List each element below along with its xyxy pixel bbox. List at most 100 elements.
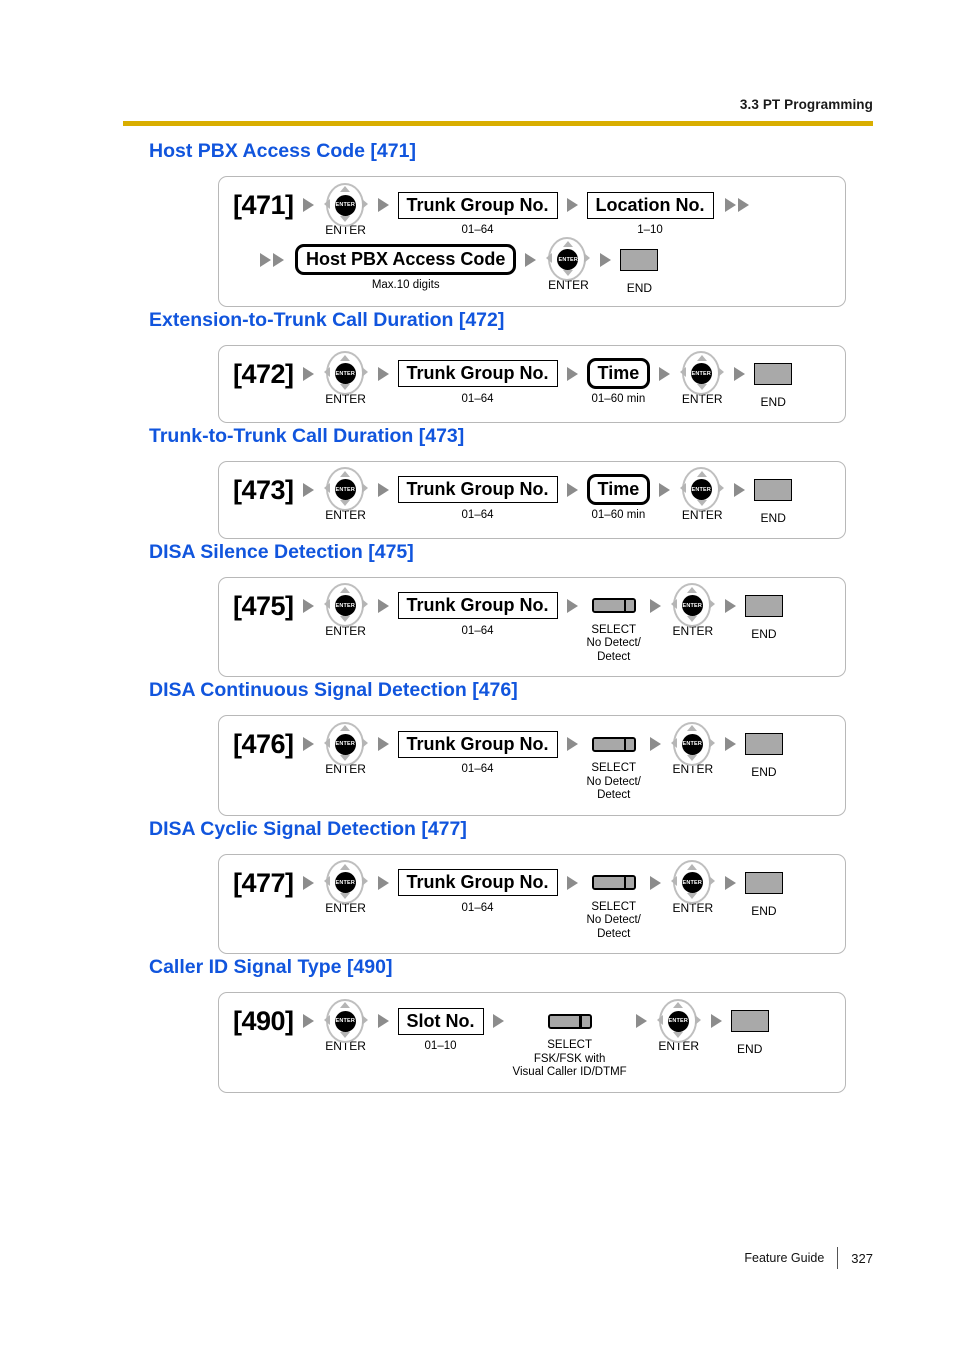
- flow-row: Host PBX Access Code Max.10 digits ENTER EN…: [219, 237, 845, 296]
- enter-button-text: ENTER: [558, 256, 578, 263]
- parameter-box[interactable]: Trunk Group No.: [397, 476, 558, 503]
- document-page: 3.3 PT Programming Host PBX Access Code …: [0, 0, 954, 1351]
- enter-button-icon[interactable]: ENTER: [334, 1010, 356, 1032]
- end-key-icon[interactable]: [744, 871, 783, 894]
- parameter-box[interactable]: Host PBX Access Code: [295, 244, 517, 275]
- end-key-icon[interactable]: [620, 248, 659, 271]
- navigator-arrow-left-icon: [323, 1014, 330, 1025]
- enter-key[interactable]: ENTER ENTER: [323, 351, 369, 406]
- enter-key[interactable]: ENTER ENTER: [323, 467, 369, 522]
- parameter-box[interactable]: Slot No.: [397, 1007, 484, 1035]
- enter-key[interactable]: ENTER ENTER: [323, 860, 369, 915]
- navigator-key-icon[interactable]: ENTER: [670, 721, 716, 768]
- navigator-key-icon[interactable]: ENTER: [670, 859, 716, 906]
- parameter-range-caption: Max.10 digits: [371, 278, 440, 291]
- enter-key[interactable]: ENTER ENTER: [679, 351, 725, 406]
- parameter-box[interactable]: Trunk Group No.: [397, 592, 558, 619]
- arrow-right-icon: [734, 482, 746, 497]
- navigator-key-icon[interactable]: ENTER: [323, 582, 369, 629]
- enter-key[interactable]: ENTER ENTER: [656, 998, 702, 1053]
- arrow-right-icon: [302, 875, 314, 890]
- arrow-right-icon: [659, 482, 671, 497]
- navigator-arrow-down-icon: [340, 500, 351, 506]
- arrow-right-icon: [649, 875, 661, 890]
- flow-arrow: [294, 865, 323, 901]
- arrow-right-icon: [566, 482, 578, 497]
- navigator-key-icon[interactable]: ENTER: [323, 998, 369, 1045]
- parameter-box[interactable]: Time: [586, 474, 651, 505]
- select-key-icon[interactable]: [591, 736, 636, 752]
- select-key-icon[interactable]: [591, 875, 636, 890]
- parameter-box[interactable]: Trunk Group No.: [397, 730, 558, 758]
- end-key-label: END: [751, 903, 777, 918]
- select-key-icon[interactable]: [591, 598, 636, 613]
- enter-key[interactable]: ENTER ENTER: [670, 583, 716, 638]
- enter-key[interactable]: ENTER ENTER: [323, 583, 369, 638]
- navigator-arrow-left-icon: [323, 876, 330, 886]
- enter-button-icon[interactable]: ENTER: [334, 595, 356, 616]
- enter-button-icon[interactable]: ENTER: [334, 363, 356, 384]
- parameter-box[interactable]: Trunk Group No.: [397, 191, 558, 219]
- section-heading: Host PBX Access Code [471]: [149, 140, 416, 162]
- navigator-key-icon[interactable]: ENTER: [323, 859, 369, 906]
- end-key-icon[interactable]: [744, 594, 783, 617]
- navigator-arrow-right-icon: [708, 737, 715, 748]
- navigator-key-icon[interactable]: ENTER: [656, 998, 702, 1045]
- end-key-icon[interactable]: [754, 478, 793, 501]
- enter-key[interactable]: ENTER ENTER: [545, 237, 591, 292]
- navigator-key-icon[interactable]: ENTER: [670, 582, 716, 629]
- parameter-step: Trunk Group No. 01–64: [397, 865, 558, 916]
- enter-button-icon[interactable]: ENTER: [334, 479, 356, 500]
- navigator-arrow-down-icon: [340, 893, 351, 899]
- enter-button-icon[interactable]: ENTER: [681, 733, 703, 755]
- footer-guide-label: Feature Guide: [744, 1251, 825, 1265]
- programming-section: Trunk-to-Trunk Call Duration [473] [473] E…: [123, 423, 873, 539]
- flow-arrow: [725, 472, 754, 508]
- end-key-label: END: [626, 280, 653, 295]
- navigator-key-icon[interactable]: ENTER: [323, 182, 369, 229]
- end-key-icon[interactable]: [754, 362, 793, 385]
- parameter-box[interactable]: Trunk Group No.: [397, 869, 558, 896]
- enter-key[interactable]: ENTER ENTER: [670, 860, 716, 915]
- parameter-range-caption: 01–64: [461, 224, 494, 236]
- parameter-box[interactable]: Location No.: [586, 191, 714, 219]
- select-step: SELECT No Detect/Detect: [587, 588, 641, 665]
- select-key-icon[interactable]: [547, 1013, 592, 1029]
- navigator-key-icon[interactable]: ENTER: [323, 350, 369, 397]
- enter-button-icon[interactable]: ENTER: [334, 194, 356, 216]
- navigator-key-icon[interactable]: ENTER: [323, 466, 369, 513]
- end-key-icon[interactable]: [744, 733, 783, 755]
- navigator-key-icon[interactable]: ENTER: [545, 236, 591, 283]
- arrow-right-icon: [302, 366, 314, 381]
- enter-key[interactable]: ENTER ENTER: [670, 721, 716, 776]
- arrow-right-icon: [377, 875, 389, 890]
- enter-key[interactable]: ENTER ENTER: [679, 467, 725, 522]
- enter-button-icon[interactable]: ENTER: [681, 595, 703, 616]
- parameter-box[interactable]: Time: [586, 358, 651, 389]
- enter-button-text: ENTER: [335, 741, 355, 747]
- flow-arrow: [702, 1003, 731, 1039]
- enter-key[interactable]: ENTER ENTER: [323, 998, 369, 1053]
- enter-button-icon[interactable]: ENTER: [681, 872, 703, 893]
- navigator-key-icon[interactable]: ENTER: [679, 466, 725, 513]
- enter-key[interactable]: ENTER ENTER: [323, 721, 369, 776]
- header-section-title: 3.3 PT Programming: [739, 97, 873, 112]
- parameter-box[interactable]: Trunk Group No.: [397, 360, 558, 387]
- navigator-arrow-down-icon: [340, 754, 351, 761]
- navigator-key-icon[interactable]: ENTER: [679, 350, 725, 397]
- navigator-key-icon[interactable]: ENTER: [323, 721, 369, 768]
- end-key-icon[interactable]: [730, 1010, 769, 1032]
- navigator-arrow-up-icon: [696, 354, 707, 361]
- arrow-right-icon: [635, 1014, 647, 1028]
- arrow-right-icon: [377, 1014, 389, 1028]
- select-key-label: SELECT: [591, 762, 637, 774]
- navigator-arrow-left-icon: [323, 483, 330, 493]
- enter-button-icon[interactable]: ENTER: [334, 872, 356, 893]
- enter-button-icon[interactable]: ENTER: [334, 733, 356, 755]
- enter-key[interactable]: ENTER ENTER: [323, 182, 369, 237]
- arrow-right-icon: [377, 198, 389, 212]
- enter-button-icon[interactable]: ENTER: [667, 1010, 689, 1032]
- select-option-line: Detect: [597, 927, 631, 940]
- flow-arrow: [369, 187, 398, 223]
- navigator-arrow-left-icon: [680, 483, 687, 493]
